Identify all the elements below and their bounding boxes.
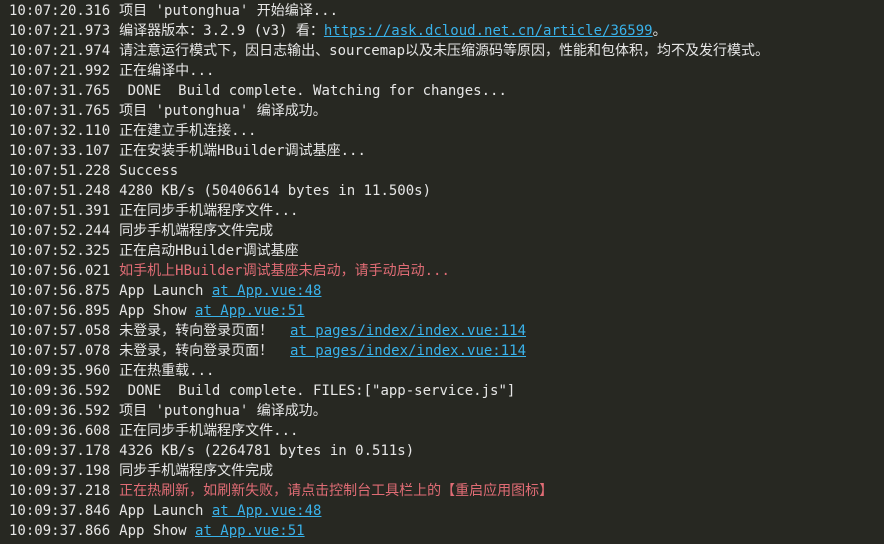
log-message: 正在热刷新，如刷新失败，请点击控制台工具栏上的【重启应用图标】 [119, 483, 554, 499]
log-timestamp: 10:09:37.198 [9, 463, 111, 479]
log-message: App Show [119, 523, 196, 539]
log-line: 10:07:20.316 项目 'putonghua' 开始编译... [0, 1, 884, 21]
log-message: 同步手机端程序文件完成 [119, 223, 274, 239]
log-timestamp: 10:09:36.592 [9, 403, 111, 419]
log-message: 编译器版本：3.2.9 (v3) 看： [119, 23, 324, 39]
log-line: 10:09:37.846 App Launch at App.vue:48 [0, 501, 884, 521]
log-line: 10:07:31.765 项目 'putonghua' 编译成功。 [0, 101, 884, 121]
log-message: Success [119, 163, 179, 179]
log-message: 正在同步手机端程序文件... [119, 203, 299, 219]
log-timestamp: 10:07:33.107 [9, 143, 111, 159]
log-message: 未登录，转向登录页面！ [119, 323, 291, 339]
log-timestamp: 10:09:36.592 [9, 383, 111, 399]
log-message: 正在同步手机端程序文件... [119, 423, 299, 439]
log-message-tail: 。 [652, 23, 667, 39]
log-timestamp: 10:07:56.021 [9, 263, 111, 279]
log-message: DONE Build complete. FILES:["app-service… [119, 383, 516, 399]
log-line: 10:07:21.973 编译器版本：3.2.9 (v3) 看：https://a… [0, 21, 884, 41]
log-message: App Launch [119, 283, 212, 299]
log-line: 10:09:36.592 项目 'putonghua' 编译成功。 [0, 401, 884, 421]
log-line: 10:09:37.178 4326 KB/s (2264781 bytes in … [0, 441, 884, 461]
log-message: 正在启动HBuilder调试基座 [119, 243, 299, 259]
log-message: 项目 'putonghua' 编译成功。 [119, 103, 327, 119]
log-line: 10:07:57.078 未登录，转向登录页面！ at pages/index/i… [0, 341, 884, 361]
log-timestamp: 10:09:37.846 [9, 503, 111, 519]
log-timestamp: 10:07:31.765 [9, 103, 111, 119]
log-line: 10:09:35.960 正在热重载... [0, 361, 884, 381]
log-timestamp: 10:07:21.992 [9, 63, 111, 79]
log-message: App Show [119, 303, 196, 319]
log-link[interactable]: at App.vue:48 [212, 283, 322, 299]
log-timestamp: 10:09:37.178 [9, 443, 111, 459]
console-output-panel[interactable]: 10:07:20.316 项目 'putonghua' 开始编译... 10:07:… [0, 0, 884, 544]
log-message: 项目 'putonghua' 开始编译... [119, 3, 339, 19]
log-timestamp: 10:07:32.110 [9, 123, 111, 139]
log-line: 10:09:37.198 同步手机端程序文件完成 [0, 461, 884, 481]
log-line: 10:09:36.608 正在同步手机端程序文件... [0, 421, 884, 441]
log-line: 10:07:21.974 请注意运行模式下，因日志输出、sourcemap以及未压… [0, 41, 884, 61]
log-line: 10:07:31.765 DONE Build complete. Watchi… [0, 81, 884, 101]
log-link[interactable]: at pages/index/index.vue:114 [290, 343, 526, 359]
log-timestamp: 10:09:37.218 [9, 483, 111, 499]
log-message: 正在热重载... [119, 363, 215, 379]
log-line: 10:09:37.866 App Show at App.vue:51 [0, 521, 884, 541]
log-message: 请注意运行模式下，因日志输出、sourcemap以及未压缩源码等原因，性能和包体… [119, 43, 770, 59]
log-message: 4326 KB/s (2264781 bytes in 0.511s) [119, 443, 415, 459]
log-timestamp: 10:07:51.391 [9, 203, 111, 219]
log-timestamp: 10:07:21.974 [9, 43, 111, 59]
log-link[interactable]: at App.vue:48 [212, 503, 322, 519]
log-link[interactable]: at App.vue:51 [195, 303, 305, 319]
log-timestamp: 10:07:21.973 [9, 23, 111, 39]
log-timestamp: 10:07:52.244 [9, 223, 111, 239]
log-line: 10:07:51.391 正在同步手机端程序文件... [0, 201, 884, 221]
log-message: 未登录，转向登录页面！ [119, 343, 291, 359]
log-line: 10:07:57.058 未登录，转向登录页面！ at pages/index/i… [0, 321, 884, 341]
log-timestamp: 10:09:36.608 [9, 423, 111, 439]
log-timestamp: 10:09:35.960 [9, 363, 111, 379]
log-timestamp: 10:09:37.866 [9, 523, 111, 539]
log-message: 正在安装手机端HBuilder调试基座... [119, 143, 366, 159]
log-line: 10:07:56.875 App Launch at App.vue:48 [0, 281, 884, 301]
log-message: 如手机上HBuilder调试基座未启动，请手动启动... [119, 263, 450, 279]
log-line: 10:07:52.325 正在启动HBuilder调试基座 [0, 241, 884, 261]
log-timestamp: 10:07:57.058 [9, 323, 111, 339]
log-line: 10:07:56.021 如手机上HBuilder调试基座未启动，请手动启动... [0, 261, 884, 281]
log-line: 10:07:32.110 正在建立手机连接... [0, 121, 884, 141]
log-timestamp: 10:07:56.895 [9, 303, 111, 319]
log-line: 10:07:56.895 App Show at App.vue:51 [0, 301, 884, 321]
log-line: 10:07:51.228 Success [0, 161, 884, 181]
log-link[interactable]: https://ask.dcloud.net.cn/article/36599 [324, 23, 653, 39]
log-message: DONE Build complete. Watching for change… [119, 83, 507, 99]
log-line: 10:09:37.218 正在热刷新，如刷新失败，请点击控制台工具栏上的【重启应用… [0, 481, 884, 501]
log-message: 正在编译中... [119, 63, 215, 79]
log-timestamp: 10:07:52.325 [9, 243, 111, 259]
log-line: 10:07:52.244 同步手机端程序文件完成 [0, 221, 884, 241]
log-line: 10:07:21.992 正在编译中... [0, 61, 884, 81]
log-timestamp: 10:07:31.765 [9, 83, 111, 99]
log-line: 10:09:36.592 DONE Build complete. FILES:… [0, 381, 884, 401]
log-timestamp: 10:07:51.248 [9, 183, 111, 199]
log-message: 项目 'putonghua' 编译成功。 [119, 403, 327, 419]
log-link[interactable]: at App.vue:51 [195, 523, 305, 539]
log-message: 4280 KB/s (50406614 bytes in 11.500s) [119, 183, 432, 199]
log-message: App Launch [119, 503, 212, 519]
log-message: 同步手机端程序文件完成 [119, 463, 274, 479]
log-message: 正在建立手机连接... [119, 123, 257, 139]
log-timestamp: 10:07:20.316 [9, 3, 111, 19]
log-line: 10:07:33.107 正在安装手机端HBuilder调试基座... [0, 141, 884, 161]
log-timestamp: 10:07:51.228 [9, 163, 111, 179]
log-link[interactable]: at pages/index/index.vue:114 [290, 323, 526, 339]
log-timestamp: 10:07:56.875 [9, 283, 111, 299]
log-line: 10:07:51.248 4280 KB/s (50406614 bytes in… [0, 181, 884, 201]
log-timestamp: 10:07:57.078 [9, 343, 111, 359]
